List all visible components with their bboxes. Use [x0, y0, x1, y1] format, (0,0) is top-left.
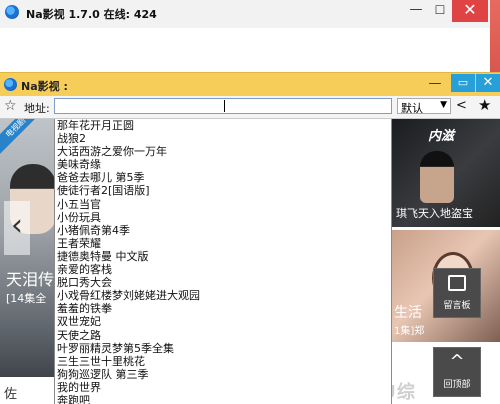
- inner-window-title: Na影视 :: [21, 80, 68, 93]
- back-button[interactable]: <: [456, 98, 467, 113]
- suggestion-item[interactable]: 羞羞的铁拳: [55, 302, 391, 315]
- suggestion-item[interactable]: 战狼2: [55, 132, 391, 145]
- message-icon: [448, 275, 466, 291]
- bookmark-star-button[interactable]: ★: [478, 97, 491, 114]
- desktop-background: [490, 0, 500, 72]
- address-input[interactable]: [54, 98, 392, 114]
- left-poster-card[interactable]: 电视剧 ‹ 天泪传 [14集全 佐: [0, 119, 56, 404]
- message-board-label: 留言板: [443, 301, 471, 311]
- source-select-value: 默认: [401, 102, 423, 115]
- outer-window-title: Na影视 1.7.0 在线: 424: [26, 8, 157, 21]
- chevron-down-icon: ▼: [440, 100, 447, 110]
- suggestion-item[interactable]: 亲爱的客栈: [55, 263, 391, 276]
- outer-window-body: [0, 28, 500, 72]
- suggestion-item[interactable]: 脱口秀大会: [55, 276, 391, 289]
- suggestion-item[interactable]: 三生三世十里桃花: [55, 355, 391, 368]
- outer-title-bar: Na影视 1.7.0 在线: 424 — ☐ ✕: [0, 0, 500, 29]
- suggestion-item[interactable]: 使徒行者2[国语版]: [55, 184, 391, 197]
- suggestion-item[interactable]: 叶罗丽精灵梦第5季全集: [55, 342, 391, 355]
- suggestion-item[interactable]: 天使之路: [55, 329, 391, 342]
- suggestion-item[interactable]: 我的世界: [55, 381, 391, 394]
- address-label: 地址:: [24, 102, 50, 115]
- suggestion-item[interactable]: 小份玩具: [55, 211, 391, 224]
- left-poster-episodes: [14集全: [6, 292, 47, 305]
- suggestion-item[interactable]: 大话西游之爱你一万年: [55, 145, 391, 158]
- message-board-button[interactable]: 留言板: [433, 268, 481, 318]
- address-bar: ☆ 地址: 默认 ▼ < ★: [0, 96, 500, 119]
- outer-minimize-button[interactable]: —: [404, 0, 428, 22]
- app-logo-icon: [5, 5, 19, 19]
- text-caret: [224, 100, 225, 112]
- favorite-star-icon[interactable]: ☆: [4, 98, 17, 114]
- suggestion-item[interactable]: 王者荣耀: [55, 237, 391, 250]
- carousel-prev-button[interactable]: ‹: [4, 201, 30, 255]
- suggestion-item[interactable]: 爸爸去哪儿 第5季: [55, 171, 391, 184]
- suggestion-dropdown: 那年花开月正圆 战狼2 大话西游之爱你一万年 美味奇缘 爸爸去哪儿 第5季 使徒…: [54, 119, 392, 404]
- show-logo: 内滋: [428, 129, 455, 144]
- category-badge: 电视剧: [0, 119, 43, 155]
- outer-close-button[interactable]: ✕: [452, 0, 488, 22]
- right-mid-caption: 生活: [394, 305, 422, 321]
- inner-minimize-button[interactable]: —: [424, 74, 446, 96]
- inner-maximize-button[interactable]: ▭: [451, 74, 475, 92]
- right-mid-sub: 1集]郑: [394, 326, 425, 337]
- left-footer-text: 佐: [4, 387, 18, 402]
- right-poster-card-top[interactable]: 内滋 琪飞天入地盗宝: [392, 119, 500, 227]
- suggestion-item[interactable]: 美味奇缘: [55, 158, 391, 171]
- chevron-up-icon: ^: [449, 351, 465, 372]
- suggestion-item[interactable]: 双世宠妃: [55, 315, 391, 328]
- suggestion-item[interactable]: 那年花开月正圆: [55, 119, 391, 132]
- suggestion-item[interactable]: 捷德奥特曼 中文版: [55, 250, 391, 263]
- suggestion-item[interactable]: 奔跑吧: [55, 394, 391, 404]
- back-to-top-button[interactable]: ^ 回顶部: [433, 347, 481, 397]
- inner-app-logo-icon: [4, 78, 17, 91]
- suggestion-item[interactable]: 小猪佩奇第4季: [55, 224, 391, 237]
- inner-close-button[interactable]: ✕: [476, 74, 500, 92]
- back-to-top-label: 回顶部: [443, 380, 471, 390]
- left-footer: 佐: [0, 377, 56, 404]
- source-select[interactable]: 默认 ▼: [397, 98, 451, 115]
- right-top-caption: 琪飞天入地盗宝: [396, 207, 473, 220]
- suggestion-item[interactable]: 狗狗巡逻队 第三季: [55, 368, 391, 381]
- outer-maximize-button[interactable]: ☐: [428, 0, 452, 22]
- suggestion-item[interactable]: 小五当官: [55, 198, 391, 211]
- suggestion-item[interactable]: 小戏骨红楼梦刘姥姥进大观园: [55, 289, 391, 302]
- left-poster-title: 天泪传: [6, 270, 55, 289]
- poster-figure-top: [420, 151, 454, 203]
